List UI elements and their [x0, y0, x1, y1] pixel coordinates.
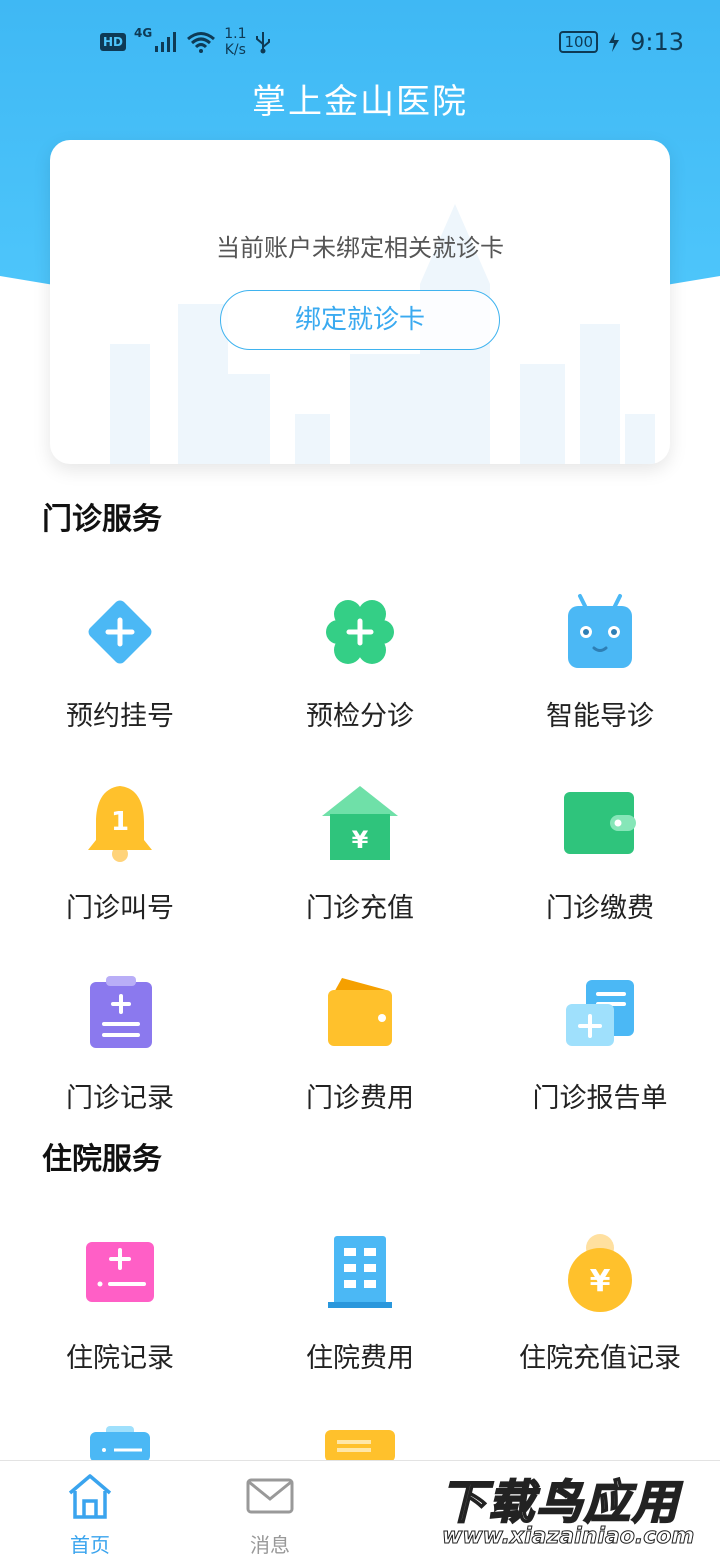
net-speed-value: 1.1 [224, 26, 247, 42]
diamond-plus-icon [88, 600, 152, 664]
nav-home[interactable]: 首页 [0, 1461, 180, 1561]
house-yuan-icon: ¥ [322, 786, 398, 860]
outpatient-recharge-item[interactable]: ¥ 门诊充值 [240, 784, 480, 925]
clipboard-icon [90, 1426, 150, 1462]
item-label: 住院记录 [66, 1343, 174, 1374]
item-label: 住院充值记录 [519, 1343, 681, 1374]
outpatient-payment-item[interactable]: 门诊缴费 [480, 784, 720, 925]
status-left: HD 4G 1.1 K/s [100, 26, 272, 58]
clipboard-icon [90, 976, 152, 1048]
outpatient-section-title: 门诊服务 [42, 502, 162, 537]
battery-indicator: 100 [559, 31, 599, 53]
building-icon [328, 1236, 392, 1308]
nav-messages[interactable]: 消息 [180, 1461, 360, 1561]
watermark: 下载鸟应用 www.xiazainiao.com [430, 1462, 720, 1560]
item-label: 预检分诊 [306, 701, 414, 732]
signal-icon [155, 32, 177, 52]
charging-icon [609, 32, 620, 52]
calculator-icon [86, 1242, 154, 1302]
status-bar: HD 4G 1.1 K/s 100 9:13 [0, 0, 720, 84]
patient-card-panel: 当前账户未绑定相关就诊卡 绑定就诊卡 [50, 140, 670, 464]
item-label: 门诊报告单 [532, 1083, 668, 1114]
unbound-card-message: 当前账户未绑定相关就诊卡 [216, 234, 504, 262]
appointment-registration-item[interactable]: 预约挂号 [0, 592, 240, 733]
inpatient-section-title: 住院服务 [42, 1142, 162, 1177]
item-label: 智能导诊 [546, 701, 654, 732]
usb-icon [256, 32, 271, 54]
svg-text:1: 1 [111, 807, 129, 837]
item-label: 门诊费用 [306, 1083, 414, 1114]
purse-icon [328, 978, 392, 1046]
card-icon [325, 1430, 395, 1462]
outpatient-report-item[interactable]: 门诊报告单 [480, 974, 720, 1115]
item-label: 住院费用 [306, 1343, 414, 1374]
pre-triage-item[interactable]: 预检分诊 [240, 592, 480, 733]
hd-badge: HD [100, 33, 127, 51]
watermark-text: 下载鸟应用 [439, 1474, 680, 1530]
item-label: 预约挂号 [66, 701, 174, 732]
clock: 9:13 [630, 28, 684, 56]
inpatient-fees-item[interactable]: 住院费用 [240, 1234, 480, 1375]
robot-icon [568, 594, 632, 668]
net-speed-unit: K/s [224, 42, 246, 58]
nav-label: 消息 [250, 1533, 290, 1557]
item-label: 门诊记录 [66, 1083, 174, 1114]
svg-text:¥: ¥ [590, 1264, 611, 1299]
queue-call-item[interactable]: 1 门诊叫号 [0, 784, 240, 925]
nav-label: 首页 [70, 1533, 110, 1557]
smart-guide-item[interactable]: 智能导诊 [480, 592, 720, 733]
svg-text:¥: ¥ [352, 826, 369, 854]
item-label: 门诊叫号 [66, 893, 174, 924]
report-icon [566, 980, 634, 1046]
net-speed: 1.1 K/s [224, 26, 246, 58]
wallet-icon [564, 792, 636, 854]
wifi-icon [187, 32, 216, 53]
status-right: 100 9:13 [559, 28, 684, 56]
home-icon [68, 1474, 112, 1519]
page-title: 掌上金山医院 [252, 82, 468, 122]
outpatient-records-item[interactable]: 门诊记录 [0, 974, 240, 1115]
bell-icon: 1 [88, 786, 152, 862]
inpatient-recharge-records-item[interactable]: ¥ 住院充值记录 [480, 1234, 720, 1375]
outpatient-fees-item[interactable]: 门诊费用 [240, 974, 480, 1115]
watermark-url: www.xiazainiao.com [441, 1524, 695, 1550]
clover-plus-icon [326, 600, 394, 664]
bind-card-button[interactable]: 绑定就诊卡 [220, 290, 500, 350]
network-label: 4G [134, 26, 153, 40]
inpatient-records-item[interactable]: 住院记录 [0, 1234, 240, 1375]
item-label: 门诊缴费 [546, 893, 654, 924]
mail-icon [246, 1478, 294, 1514]
item-label: 门诊充值 [306, 893, 414, 924]
coin-bag-icon: ¥ [568, 1234, 632, 1312]
